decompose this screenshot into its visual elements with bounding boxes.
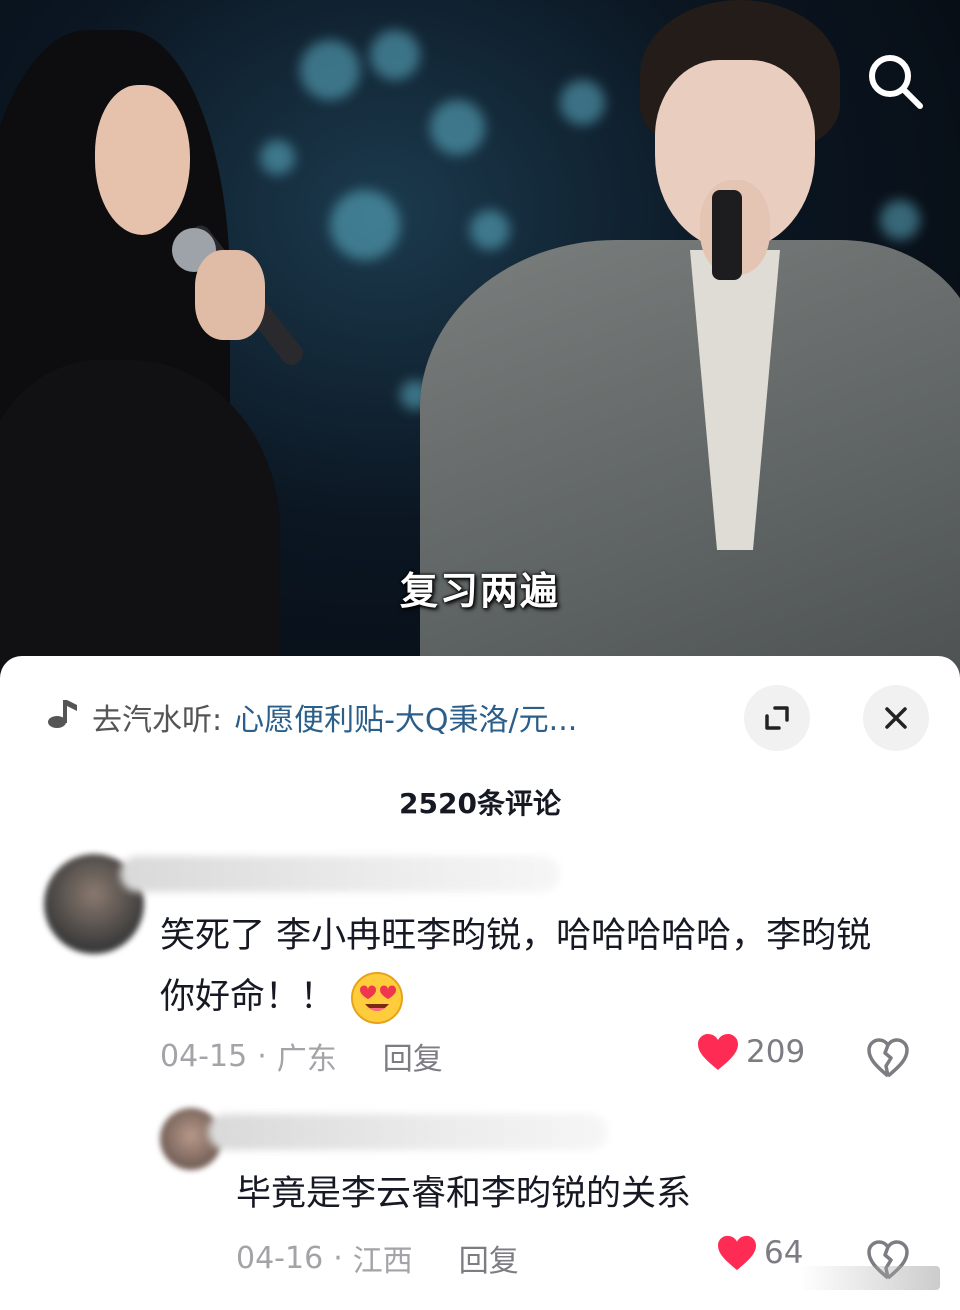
reply-button[interactable]: 回复 xyxy=(383,1034,443,1078)
bokeh-light xyxy=(370,30,420,80)
close-button[interactable] xyxy=(863,685,929,751)
comment-text: 笑死了 李小冉旺李昀锐，哈哈哈哈哈，李昀锐你好命！！ xyxy=(160,906,900,1028)
comment-sheet: 去汽水听: 心愿便利贴-大Q秉洛/元... 2520条评论 笑死了 李小冉旺李昀… xyxy=(0,656,960,1310)
bokeh-light xyxy=(470,210,510,250)
comment-location: 江西 xyxy=(352,1244,413,1279)
bokeh-light xyxy=(880,200,920,240)
performer-left-face xyxy=(95,85,190,235)
music-note-icon xyxy=(46,696,80,738)
comment-meta: 04-15 · 广东 回复 xyxy=(160,1034,443,1078)
comment-meta: 04-16 · 江西 回复 xyxy=(236,1236,519,1280)
comment-body: 笑死了 李小冉旺李昀锐，哈哈哈哈哈，李昀锐你好命！！ xyxy=(160,916,872,1017)
broken-heart-icon xyxy=(867,1038,909,1078)
comment-date: 04-15 xyxy=(160,1038,248,1074)
search-icon[interactable] xyxy=(862,48,928,114)
heart-icon xyxy=(718,1235,756,1271)
music-prefix-label: 去汽水听: xyxy=(92,703,223,738)
close-icon xyxy=(885,707,907,729)
expand-icon xyxy=(765,706,789,730)
username-redacted[interactable] xyxy=(120,856,560,892)
video-player[interactable]: 复习两遍 xyxy=(0,0,960,700)
username-redacted[interactable] xyxy=(208,1114,608,1150)
music-link[interactable]: 去汽水听: 心愿便利贴-大Q秉洛/元... xyxy=(46,692,577,742)
heart-eyes-emoji xyxy=(349,970,405,1026)
comment-body: 毕竟是李云睿和李昀锐的关系 xyxy=(236,1174,692,1214)
like-count: 209 xyxy=(746,1034,806,1070)
performer-left-hand xyxy=(195,250,265,340)
bokeh-light xyxy=(330,190,400,260)
expand-button[interactable] xyxy=(744,685,810,751)
separator: · xyxy=(257,1038,267,1074)
bokeh-light xyxy=(260,140,295,175)
heart-icon xyxy=(698,1034,738,1070)
video-subtitle: 复习两遍 xyxy=(399,569,560,613)
watermark xyxy=(800,1266,940,1290)
bokeh-light xyxy=(300,40,360,100)
music-song-title[interactable]: 心愿便利贴-大Q秉洛/元... xyxy=(234,695,577,739)
performer-left-dress xyxy=(0,360,280,700)
dislike-button[interactable] xyxy=(866,1036,910,1080)
performer-right-coat xyxy=(420,240,960,700)
separator: · xyxy=(333,1240,343,1276)
like-count: 64 xyxy=(764,1235,804,1271)
comment-location: 广东 xyxy=(276,1042,337,1077)
bokeh-light xyxy=(560,80,605,125)
reply-button[interactable]: 回复 xyxy=(459,1236,519,1280)
comment-text: 毕竟是李云睿和李昀锐的关系 xyxy=(236,1164,876,1225)
comment-date: 04-16 xyxy=(236,1240,324,1276)
bokeh-light xyxy=(430,100,485,155)
like-button[interactable]: 64 xyxy=(716,1234,803,1272)
like-button[interactable]: 209 xyxy=(696,1032,805,1072)
comment-count: 2520条评论 xyxy=(399,787,561,820)
microphone-right xyxy=(712,190,742,280)
